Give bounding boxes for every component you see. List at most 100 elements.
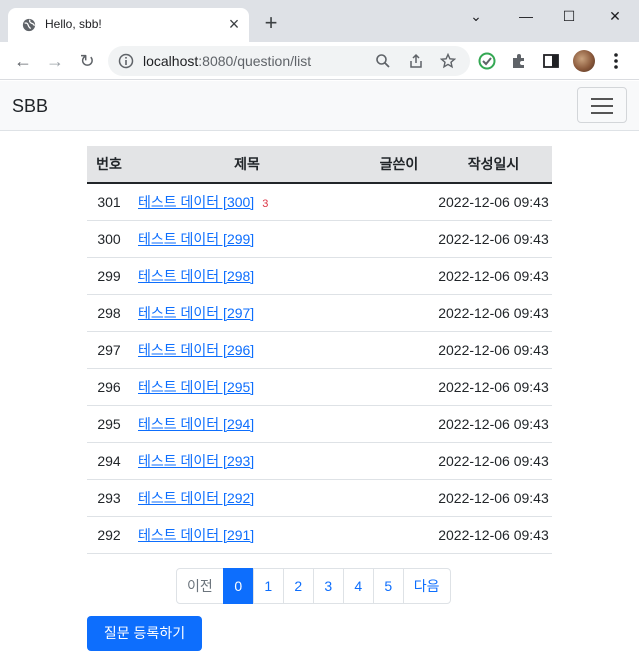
question-subject-cell: 테스트 데이터 [297] [131, 294, 363, 332]
question-subject-link[interactable]: 테스트 데이터 [297] [138, 305, 254, 321]
table-row: 296 테스트 데이터 [295] 2022-12-06 09:43 [87, 368, 552, 406]
zoom-icon[interactable] [375, 53, 391, 69]
side-panel-icon[interactable] [542, 52, 560, 70]
question-subject-cell: 테스트 데이터 [291] [131, 516, 363, 554]
page-prev[interactable]: 이전 [176, 568, 224, 604]
more-menu-icon[interactable] [608, 51, 624, 71]
check-extension-icon[interactable] [478, 52, 496, 70]
question-author [363, 442, 435, 480]
question-number: 300 [87, 220, 131, 258]
question-date: 2022-12-06 09:43 [435, 257, 552, 295]
question-date: 2022-12-06 09:43 [435, 294, 552, 332]
address-bar[interactable]: localhost:8080/question/list [108, 46, 470, 76]
question-subject-link[interactable]: 테스트 데이터 [294] [138, 416, 254, 432]
back-icon[interactable]: ← [12, 50, 34, 72]
question-subject-cell: 테스트 데이터 [292] [131, 479, 363, 517]
question-author [363, 368, 435, 406]
header-date: 작성일시 [435, 146, 552, 184]
forward-icon[interactable]: → [44, 50, 66, 72]
browser-tab[interactable]: Hello, sbb! × [8, 8, 249, 42]
question-subject-link[interactable]: 테스트 데이터 [291] [138, 527, 254, 543]
table-row: 295 테스트 데이터 [294] 2022-12-06 09:43 [87, 405, 552, 443]
tab-title: Hello, sbb! [45, 17, 102, 31]
question-subject-link[interactable]: 테스트 데이터 [295] [138, 379, 254, 395]
table-row: 301 테스트 데이터 [300] 3 2022-12-06 09:43 [87, 183, 552, 221]
table-row: 299 테스트 데이터 [298] 2022-12-06 09:43 [87, 257, 552, 295]
new-tab-icon[interactable]: + [260, 12, 282, 34]
info-icon[interactable] [118, 53, 134, 69]
close-tab-icon[interactable]: × [224, 14, 244, 34]
question-subject-link[interactable]: 테스트 데이터 [299] [138, 231, 254, 247]
question-author [363, 183, 435, 221]
question-date: 2022-12-06 09:43 [435, 220, 552, 258]
page-item-1[interactable]: 1 [252, 568, 284, 604]
question-author [363, 331, 435, 369]
header-number: 번호 [87, 146, 131, 184]
question-date: 2022-12-06 09:43 [435, 479, 552, 517]
url-text[interactable]: localhost:8080/question/list [143, 53, 311, 69]
share-icon[interactable] [408, 53, 424, 69]
answer-count-badge: 3 [262, 197, 269, 210]
browser-toolbar: ← → ↻ localhost:8080/question/list [0, 42, 639, 80]
question-number: 299 [87, 257, 131, 295]
page-item-4[interactable]: 4 [342, 568, 374, 604]
question-date: 2022-12-06 09:43 [435, 368, 552, 406]
globe-icon [22, 18, 36, 32]
star-icon[interactable] [440, 53, 456, 69]
question-subject-link[interactable]: 테스트 데이터 [293] [138, 453, 254, 469]
hamburger-icon-bar [591, 98, 613, 100]
close-window-icon[interactable]: ✕ [603, 6, 627, 26]
reload-icon[interactable]: ↻ [76, 50, 98, 72]
question-author [363, 405, 435, 443]
question-table: 번호 제목 글쓴이 작성일시 301 테스트 데이터 [300] 3 2022-12-… [87, 146, 552, 554]
hamburger-icon-bar [591, 112, 613, 114]
navbar-brand[interactable]: SBB [12, 96, 48, 117]
question-date: 2022-12-06 09:43 [435, 183, 552, 221]
question-subject-cell: 테스트 데이터 [295] [131, 368, 363, 406]
page-item-0[interactable]: 0 [222, 568, 254, 604]
page-item-3[interactable]: 3 [312, 568, 344, 604]
table-row: 298 테스트 데이터 [297] 2022-12-06 09:43 [87, 294, 552, 332]
question-author [363, 516, 435, 554]
create-question-button[interactable]: 질문 등록하기 [87, 616, 202, 651]
table-row: 294 테스트 데이터 [293] 2022-12-06 09:43 [87, 442, 552, 480]
question-author [363, 294, 435, 332]
question-author [363, 479, 435, 517]
question-subject-cell: 테스트 데이터 [298] [131, 257, 363, 295]
page-item-2[interactable]: 2 [282, 568, 314, 604]
navbar-toggler-button[interactable] [577, 87, 627, 123]
table-row: 293 테스트 데이터 [292] 2022-12-06 09:43 [87, 479, 552, 517]
question-subject-link[interactable]: 테스트 데이터 [298] [138, 268, 254, 284]
page-next[interactable]: 다음 [402, 568, 451, 604]
question-number: 295 [87, 405, 131, 443]
header-author: 글쓴이 [363, 146, 435, 184]
maximize-icon[interactable]: ☐ [557, 6, 581, 26]
hamburger-icon-bar [591, 105, 613, 107]
question-number: 293 [87, 479, 131, 517]
table-row: 300 테스트 데이터 [299] 2022-12-06 09:43 [87, 220, 552, 258]
question-number: 294 [87, 442, 131, 480]
header-subject: 제목 [131, 146, 363, 184]
page-item-5[interactable]: 5 [372, 568, 404, 604]
question-number: 298 [87, 294, 131, 332]
question-subject-link[interactable]: 테스트 데이터 [292] [138, 490, 254, 506]
browser-tab-bar: Hello, sbb! × + ⌄ — ☐ ✕ [0, 0, 639, 42]
question-number: 292 [87, 516, 131, 554]
tab-search-icon[interactable]: ⌄ [464, 6, 488, 26]
profile-avatar[interactable] [573, 50, 595, 72]
table-row: 292 테스트 데이터 [291] 2022-12-06 09:43 [87, 516, 552, 554]
question-subject-link[interactable]: 테스트 데이터 [296] [138, 342, 254, 358]
puzzle-icon[interactable] [510, 52, 528, 70]
table-header-row: 번호 제목 글쓴이 작성일시 [87, 146, 552, 184]
question-number: 296 [87, 368, 131, 406]
url-path: :8080/question/list [198, 53, 312, 69]
question-number: 297 [87, 331, 131, 369]
question-date: 2022-12-06 09:43 [435, 331, 552, 369]
table-row: 297 테스트 데이터 [296] 2022-12-06 09:43 [87, 331, 552, 369]
question-date: 2022-12-06 09:43 [435, 405, 552, 443]
minimize-icon[interactable]: — [514, 6, 538, 26]
pagination: 이전 0 1 2 3 4 5 다음 [176, 568, 451, 604]
question-date: 2022-12-06 09:43 [435, 516, 552, 554]
question-subject-link[interactable]: 테스트 데이터 [300] [138, 194, 254, 210]
question-subject-cell: 테스트 데이터 [294] [131, 405, 363, 443]
